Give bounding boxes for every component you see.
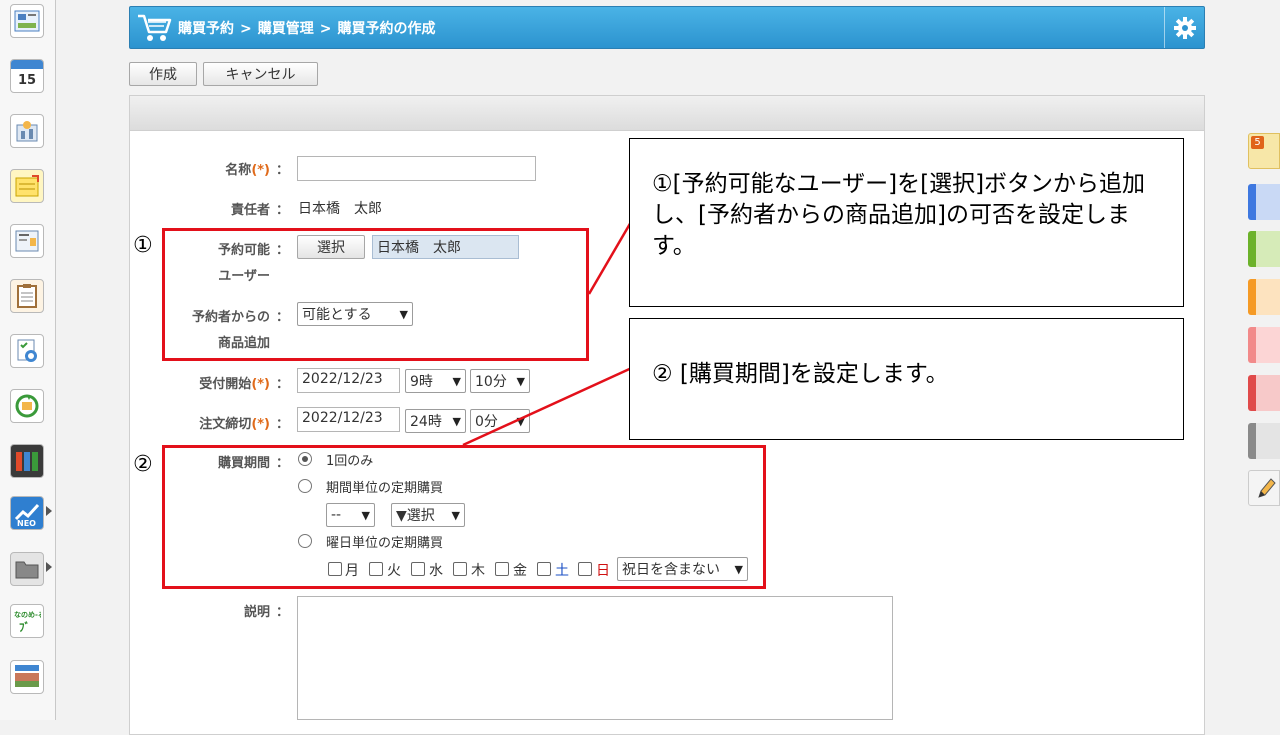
side-tab-gray[interactable] [1248,423,1280,459]
side-tab-orange[interactable] [1248,279,1280,315]
callout-1: ①[予約可能なユーザー]を[選択]ボタンから追加し、[予約者からの商品追加]の可… [629,138,1184,307]
callout-2: ② [購買期間]を設定します。 [629,318,1184,440]
notification-icon[interactable]: 5 [1248,133,1280,169]
side-tab-pink[interactable] [1248,327,1280,363]
side-tab-red[interactable] [1248,375,1280,411]
side-tab-green[interactable] [1248,231,1280,267]
pencil-icon[interactable] [1248,470,1280,506]
side-tab-blue[interactable] [1248,184,1280,220]
